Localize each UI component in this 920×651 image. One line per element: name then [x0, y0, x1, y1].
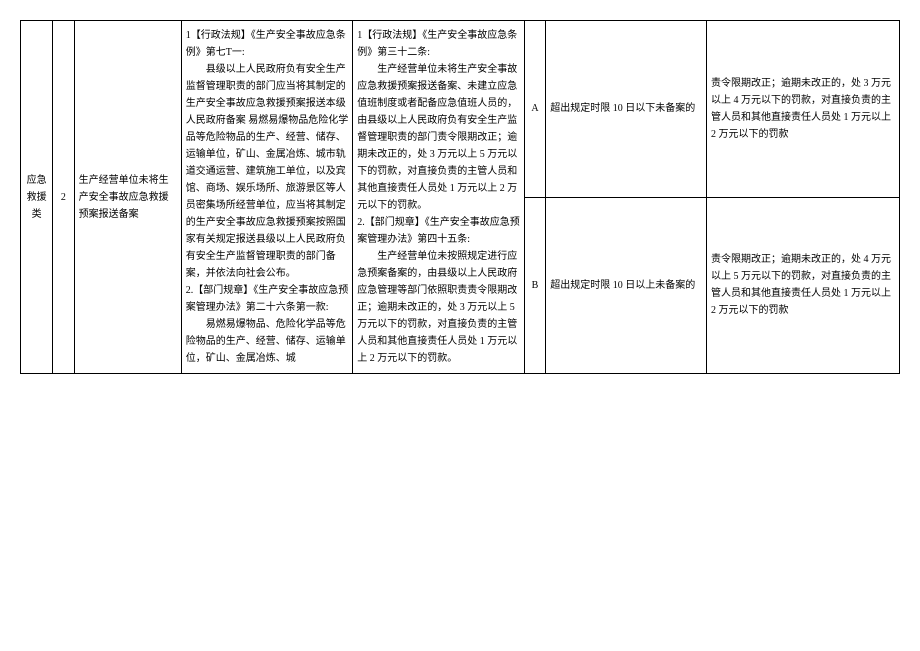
- legal-basis-2-cell: 1【行政法规】《生产安全事故应急条例》第三十二条: 生产经营单位未将生产安全事故…: [353, 21, 525, 374]
- violation-cell: 生产经营单位未将生产安全事故应急救援预案报送备案: [74, 21, 181, 374]
- level-a-cell: A: [524, 21, 545, 198]
- circumstance-a-cell: 超出规定时限 10 日以下未备案的: [546, 21, 707, 198]
- circumstance-b-cell: 超出规定时限 10 日以上未备案的: [546, 197, 707, 374]
- basis2-para1: 1【行政法规】《生产安全事故应急条例》第三十二条:: [357, 30, 517, 58]
- basis1-para3: 2.【部门规章】《生产安全事故应急预案管理办法》第二十六条第一款:: [186, 285, 349, 313]
- penalty-a-cell: 责令限期改正；逾期未改正的，处 3 万元以上 4 万元以下的罚款，对直接负责的主…: [707, 21, 900, 198]
- legal-basis-1-cell: 1【行政法规】《生产安全事故应急条例》第七T一: 县级以上人民政府负有安全生产监…: [181, 21, 353, 374]
- basis2-para2: 生产经营单位未将生产安全事故应急救援预案报送备案、未建立应急值班制度或者配备应急…: [357, 61, 520, 214]
- basis2-para4: 生产经营单位未按照规定进行应急预案备案的，由县级以上人民政府应急管理等部门依照职…: [357, 248, 520, 367]
- category-cell: 应急救援类: [21, 21, 53, 374]
- basis1-para4: 易燃易爆物品、危险化学品等危险物品的生产、经营、储存、运输单位，矿山、金属冶炼、…: [186, 316, 349, 367]
- basis1-para1: 1【行政法规】《生产安全事故应急条例》第七T一:: [186, 30, 346, 58]
- row-number-cell: 2: [53, 21, 74, 374]
- regulation-table: 应急救援类 2 生产经营单位未将生产安全事故应急救援预案报送备案 1【行政法规】…: [20, 20, 900, 374]
- table-row: 应急救援类 2 生产经营单位未将生产安全事故应急救援预案报送备案 1【行政法规】…: [21, 21, 900, 198]
- basis1-para2: 县级以上人民政府负有安全生产监督管理职责的部门应当将其制定的生产安全事故应急救援…: [186, 61, 349, 282]
- basis2-para3: 2.【部门规章】《生产安全事故应急预案管理办法》第四十五条:: [357, 217, 520, 245]
- level-b-cell: B: [524, 197, 545, 374]
- penalty-b-cell: 责令限期改正；逾期未改正的，处 4 万元以上 5 万元以下的罚款，对直接负责的主…: [707, 197, 900, 374]
